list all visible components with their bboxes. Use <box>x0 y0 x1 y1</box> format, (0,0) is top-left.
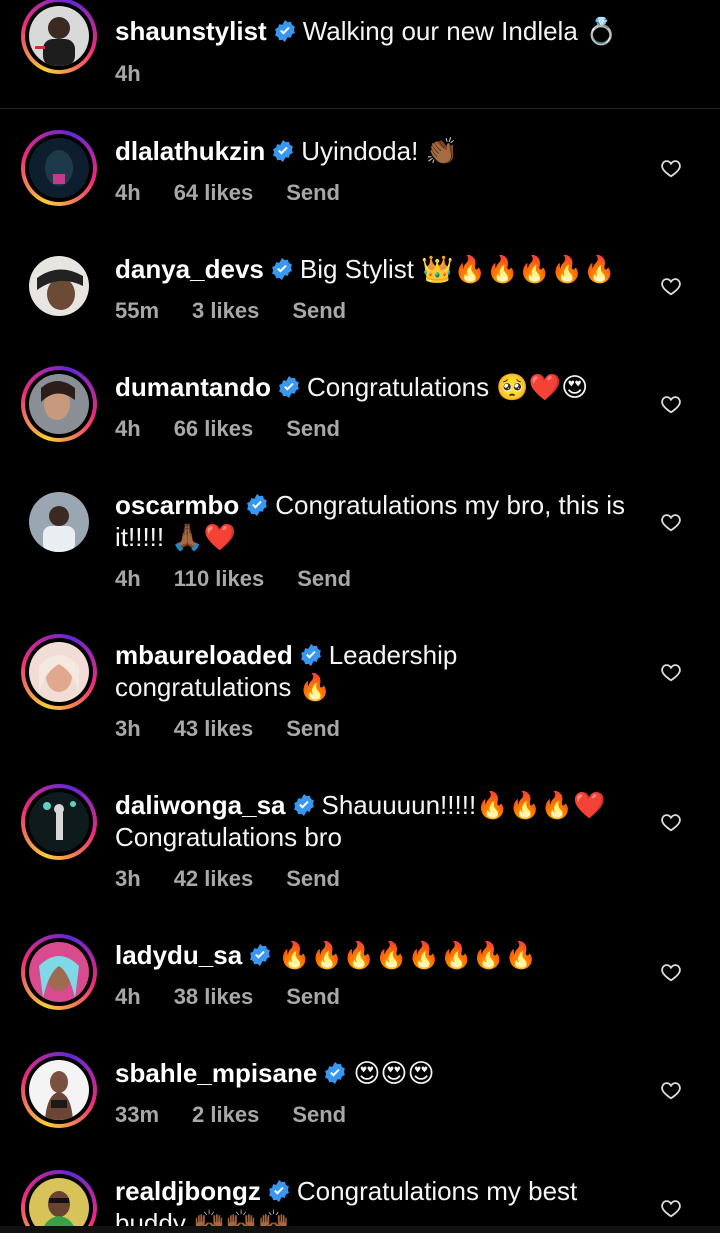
verified-badge-icon <box>300 644 321 666</box>
avatar[interactable] <box>21 484 97 560</box>
comment-text: dumantando Congratulations 🥺❤️😍 <box>115 371 635 403</box>
timestamp: 4h <box>115 984 141 1009</box>
comment-body: 😍😍😍 <box>353 1058 435 1088</box>
send-button[interactable]: Send <box>292 1102 346 1127</box>
username[interactable]: shaunstylist <box>115 16 267 46</box>
comment-meta: 3h 42 likes Send <box>115 866 373 892</box>
username[interactable]: realdjbongz <box>115 1176 261 1206</box>
heart-outline-icon[interactable] <box>660 393 682 415</box>
username[interactable]: oscarmbo <box>115 490 239 520</box>
likes-count[interactable]: 66 likes <box>174 416 254 441</box>
comment-meta: 4h 64 likes Send <box>115 180 373 206</box>
caption-meta: 4h <box>115 61 174 87</box>
comment-text: ladydu_sa 🔥🔥🔥🔥🔥🔥🔥🔥 <box>115 939 635 971</box>
avatar[interactable] <box>21 934 97 1010</box>
comment-item: realdjbongz Congratulations my best buddy… <box>0 1168 720 1226</box>
send-button[interactable]: Send <box>286 984 340 1009</box>
verified-badge-icon <box>269 1180 289 1202</box>
heart-outline-icon[interactable] <box>660 511 682 533</box>
heart-outline-icon[interactable] <box>660 275 682 297</box>
comment-meta: 4h 66 likes Send <box>115 416 373 442</box>
heart-outline-icon[interactable] <box>660 811 682 833</box>
verified-badge-icon <box>279 376 299 398</box>
comment-meta: 4h 38 likes Send <box>115 984 373 1010</box>
username[interactable]: mbaureloaded <box>115 640 293 670</box>
send-button[interactable]: Send <box>286 416 340 441</box>
verified-badge-icon <box>271 258 292 280</box>
heart-outline-icon[interactable] <box>660 1079 682 1101</box>
comment-meta: 55m 3 likes Send <box>115 298 379 324</box>
likes-count[interactable]: 64 likes <box>174 180 254 205</box>
avatar[interactable] <box>21 366 97 442</box>
avatar[interactable] <box>21 130 97 206</box>
post-caption: shaunstylist Walking our new Indlela 💍 4h <box>0 0 720 109</box>
timestamp: 3h <box>115 716 141 741</box>
comment-text: sbahle_mpisane 😍😍😍 <box>115 1057 635 1089</box>
send-button[interactable]: Send <box>297 566 351 591</box>
comment-body: 🔥🔥🔥🔥🔥🔥🔥🔥 <box>278 940 538 970</box>
heart-outline-icon[interactable] <box>660 961 682 983</box>
comment-text: dlalathukzin Uyindoda! 👏🏾 <box>115 135 635 167</box>
username[interactable]: danya_devs <box>115 254 264 284</box>
comment-meta: 3h 43 likes Send <box>115 716 373 742</box>
verified-badge-icon <box>293 794 314 816</box>
comment-meta: 33m 2 likes Send <box>115 1102 379 1128</box>
likes-count[interactable]: 2 likes <box>192 1102 259 1127</box>
comment-text: daliwonga_sa Shauuuun!!!!!🔥🔥🔥❤️ Congratul… <box>115 789 635 853</box>
comment-text: danya_devs Big Stylist 👑🔥🔥🔥🔥🔥 <box>115 253 635 285</box>
verified-badge-icon <box>325 1062 346 1084</box>
caption-text: shaunstylist Walking our new Indlela 💍 <box>115 15 635 47</box>
comment-body: Big Stylist 👑🔥🔥🔥🔥🔥 <box>299 254 616 284</box>
avatar[interactable] <box>21 634 97 710</box>
comment-meta: 4h 110 likes Send <box>115 566 384 592</box>
send-button[interactable]: Send <box>286 716 340 741</box>
send-button[interactable]: Send <box>286 866 340 891</box>
timestamp: 55m <box>115 298 160 323</box>
send-button[interactable]: Send <box>292 298 346 323</box>
comment-text: oscarmbo Congratulations my bro, this is … <box>115 489 635 553</box>
avatar[interactable] <box>21 248 97 324</box>
comment-text: realdjbongz Congratulations my best buddy… <box>115 1175 635 1226</box>
timestamp: 4h <box>115 416 141 441</box>
verified-badge-icon <box>250 944 271 966</box>
avatar[interactable] <box>21 1170 97 1226</box>
verified-badge-icon <box>274 20 295 42</box>
comment-body: Congratulations 🥺❤️😍 <box>307 372 589 402</box>
comment-text: mbaureloaded Leadership congratulations 🔥 <box>115 639 635 703</box>
caption-body: Walking our new Indlela 💍 <box>302 16 618 46</box>
timestamp: 4h <box>115 61 141 86</box>
likes-count[interactable]: 42 likes <box>174 866 254 891</box>
heart-outline-icon[interactable] <box>660 157 682 179</box>
timestamp: 33m <box>115 1102 160 1127</box>
heart-outline-icon[interactable] <box>660 661 682 683</box>
timestamp: 4h <box>115 180 141 205</box>
verified-badge-icon <box>247 494 268 516</box>
avatar[interactable] <box>21 0 97 74</box>
username[interactable]: sbahle_mpisane <box>115 1058 317 1088</box>
username[interactable]: dlalathukzin <box>115 136 265 166</box>
avatar[interactable] <box>21 784 97 860</box>
username[interactable]: daliwonga_sa <box>115 790 286 820</box>
likes-count[interactable]: 110 likes <box>174 566 265 591</box>
verified-badge-icon <box>273 140 294 162</box>
send-button[interactable]: Send <box>286 180 340 205</box>
avatar[interactable] <box>21 1052 97 1128</box>
username[interactable]: ladydu_sa <box>115 940 242 970</box>
username[interactable]: dumantando <box>115 372 271 402</box>
timestamp: 4h <box>115 566 141 591</box>
comment-body: Uyindoda! 👏🏾 <box>301 136 458 166</box>
comment-input-bar-edge <box>0 1226 720 1233</box>
likes-count[interactable]: 3 likes <box>192 298 259 323</box>
likes-count[interactable]: 43 likes <box>174 716 254 741</box>
timestamp: 3h <box>115 866 141 891</box>
heart-outline-icon[interactable] <box>660 1197 682 1219</box>
likes-count[interactable]: 38 likes <box>174 984 254 1009</box>
